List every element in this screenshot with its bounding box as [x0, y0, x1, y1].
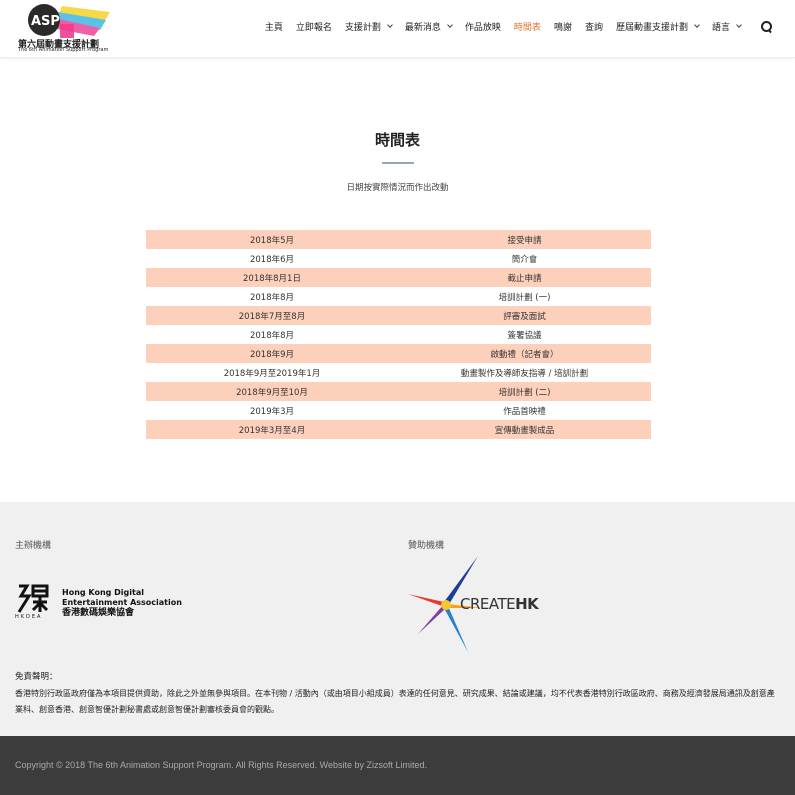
createhk-light: CREATE [460, 595, 516, 613]
hkdea-abbr: HKDEA [15, 614, 43, 620]
createhk-bold: HK [515, 595, 539, 613]
nav-item-9[interactable]: 語言 [711, 20, 742, 33]
schedule-event: 啟動禮（記者會） [490, 349, 559, 360]
schedule-date: 2019年3月 [249, 406, 295, 417]
schedule-date: 2019年3月至4月 [238, 425, 306, 436]
site-header: ASP 第六屆動畫支援計劃 The 6th Animation Support … [0, 0, 795, 58]
schedule-event: 培訓計劃 (一) [498, 292, 551, 303]
schedule-event: 截止申請 [507, 273, 542, 284]
nav-item-label: 鳴謝 [553, 23, 572, 33]
schedule-event: 培訓計劃 (二) [498, 387, 551, 398]
table-row: 2018年9月 啟動禮（記者會） [146, 344, 651, 363]
hkdea-zh: 香港數碼娛樂協會 [62, 608, 135, 618]
nav-item-label: 時間表 [513, 23, 541, 33]
nav-item-1[interactable]: 立即報名 [296, 20, 332, 33]
table-row: 2018年8月 簽署協議 [146, 325, 651, 344]
nav-item-label: 歷屆動畫支援計劃 [615, 23, 688, 33]
schedule-date: 2018年9月 [249, 349, 295, 360]
disclaimer-body: 香港特別行政區政府僅為本項目提供資助，除此之外並無參與項目。在本刊物 / 活動內… [15, 689, 775, 714]
footer: 主辦機構 贊助機構 HKDEA Hong Kong Digital Entert… [0, 502, 795, 736]
schedule-event: 動畫製作及導師友指導 / 培訓計劃 [460, 368, 589, 379]
svg-text:ASP: ASP [31, 14, 60, 29]
schedule-event: 作品首映禮 [503, 406, 546, 417]
nav-item-0[interactable]: 主頁 [265, 20, 283, 33]
disclaimer-title: 免責聲明： [15, 672, 58, 682]
table-row: 2018年9月至2019年1月 動畫製作及導師友指導 / 培訓計劃 [146, 363, 651, 382]
hkdea-en-line1: Hong Kong Digital [62, 588, 144, 597]
schedule-date: 2018年8月 [249, 330, 295, 341]
search-icon[interactable] [761, 20, 773, 33]
schedule-event: 簡介會 [511, 254, 538, 265]
nav-item-8[interactable]: 歷屆動畫支援計劃 [615, 20, 700, 33]
nav-item-label: 語言 [711, 23, 730, 33]
table-row: 2019年3月 作品首映禮 [146, 401, 651, 420]
schedule-date: 2018年8月 [249, 292, 295, 303]
createhk-wordmark: CREATEHK [460, 595, 539, 613]
nav-item-2[interactable]: 支援計劃 [344, 20, 393, 33]
hkdea-name: Hong Kong Digital Entertainment Associat… [62, 588, 182, 618]
organizer-label: 主辦機構 [15, 541, 52, 551]
hkdea-en-line2: Entertainment Association [62, 598, 182, 607]
schedule-date: 2018年6月 [249, 254, 295, 265]
nav-item-7[interactable]: 查詢 [585, 20, 603, 33]
nav-item-label: 作品放映 [464, 23, 501, 33]
page-title: 時間表 [374, 131, 420, 149]
chevron-down-icon [736, 22, 742, 28]
table-row: 2018年7月至8月 評審及面試 [146, 306, 651, 325]
chevron-down-icon [447, 22, 453, 28]
table-row: 2018年8月 培訓計劃 (一) [146, 287, 651, 306]
copyright-text: Copyright © 2018 The 6th Animation Suppo… [15, 760, 427, 770]
schedule-event: 宣傳動畫製成品 [494, 425, 555, 436]
schedule-date: 2018年9月至10月 [236, 387, 308, 398]
nav-item-label: 立即報名 [295, 23, 332, 33]
schedule-event: 接受申請 [507, 235, 542, 246]
page-subtitle: 日期按實際情況而作出改動 [346, 183, 449, 193]
nav-item-5[interactable]: 時間表 [514, 20, 541, 33]
schedule-table: 2018年5月 接受申請 2018年6月 簡介會 2018年8月1日 截止申請 2018年8… [146, 230, 651, 439]
table-row: 2018年6月 簡介會 [146, 249, 651, 268]
chevron-down-icon [694, 22, 700, 28]
nav-item-label: 主頁 [264, 23, 283, 33]
title-divider [382, 162, 414, 164]
table-row: 2018年8月1日 截止申請 [146, 268, 651, 287]
schedule-date: 2018年8月1日 [243, 273, 301, 284]
logo-subtitle: The 6th Animation Support Program [18, 47, 109, 53]
nav-item-label: 支援計劃 [344, 23, 381, 33]
nav-item-6[interactable]: 鳴謝 [554, 20, 572, 33]
nav-item-3[interactable]: 最新消息 [404, 20, 453, 33]
chevron-down-icon [387, 22, 393, 28]
table-row: 2019年3月至4月 宣傳動畫製成品 [146, 420, 651, 439]
schedule-event: 評審及面試 [503, 311, 546, 322]
table-row: 2018年9月至10月 培訓計劃 (二) [146, 382, 651, 401]
main-nav: 主頁 立即報名 支援計劃 最新消息 作品放映 時間表 鳴謝 查詢 歷屆動畫支援計劃 語言 [252, 20, 773, 33]
schedule-date: 2018年7月至8月 [238, 311, 306, 322]
sponsor-label: 贊助機構 [408, 541, 445, 551]
nav-item-label: 查詢 [584, 23, 603, 33]
schedule-date: 2018年5月 [249, 235, 295, 246]
nav-item-4[interactable]: 作品放映 [465, 20, 501, 33]
copyright-bar: Copyright © 2018 The 6th Animation Suppo… [0, 736, 795, 795]
table-row: 2018年5月 接受申請 [146, 230, 651, 249]
nav-item-label: 最新消息 [404, 23, 441, 33]
schedule-event: 簽署協議 [507, 330, 542, 341]
schedule-date: 2018年9月至2019年1月 [223, 368, 321, 379]
